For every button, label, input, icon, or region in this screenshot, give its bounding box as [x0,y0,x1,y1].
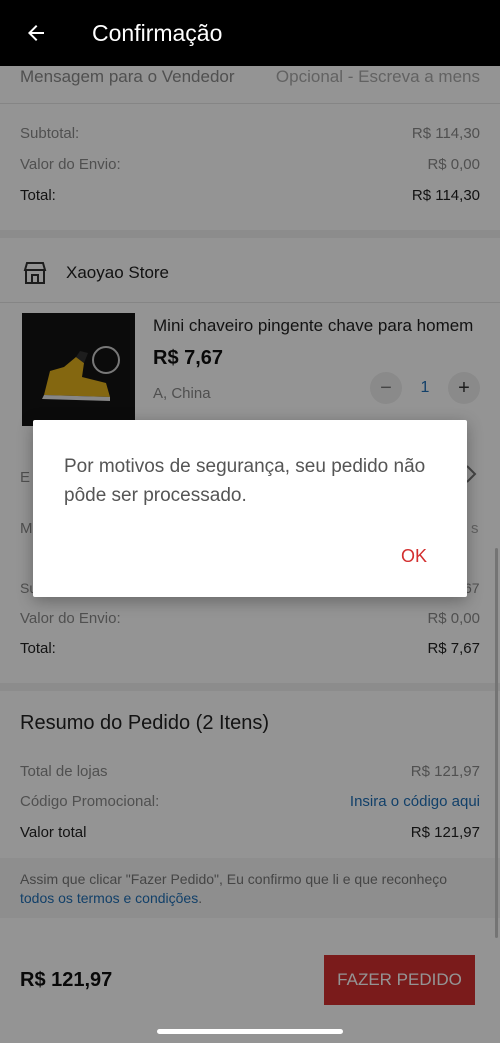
dialog-message: Por motivos de segurança, seu pedido não… [64,456,426,506]
back-arrow-icon[interactable] [6,0,66,66]
home-indicator[interactable] [157,1029,343,1034]
page-title: Confirmação [92,19,223,46]
dialog-ok-button[interactable]: OK [401,546,427,567]
alert-dialog: Por motivos de segurança, seu pedido não… [33,420,467,597]
top-app-bar: Confirmação [0,0,500,66]
